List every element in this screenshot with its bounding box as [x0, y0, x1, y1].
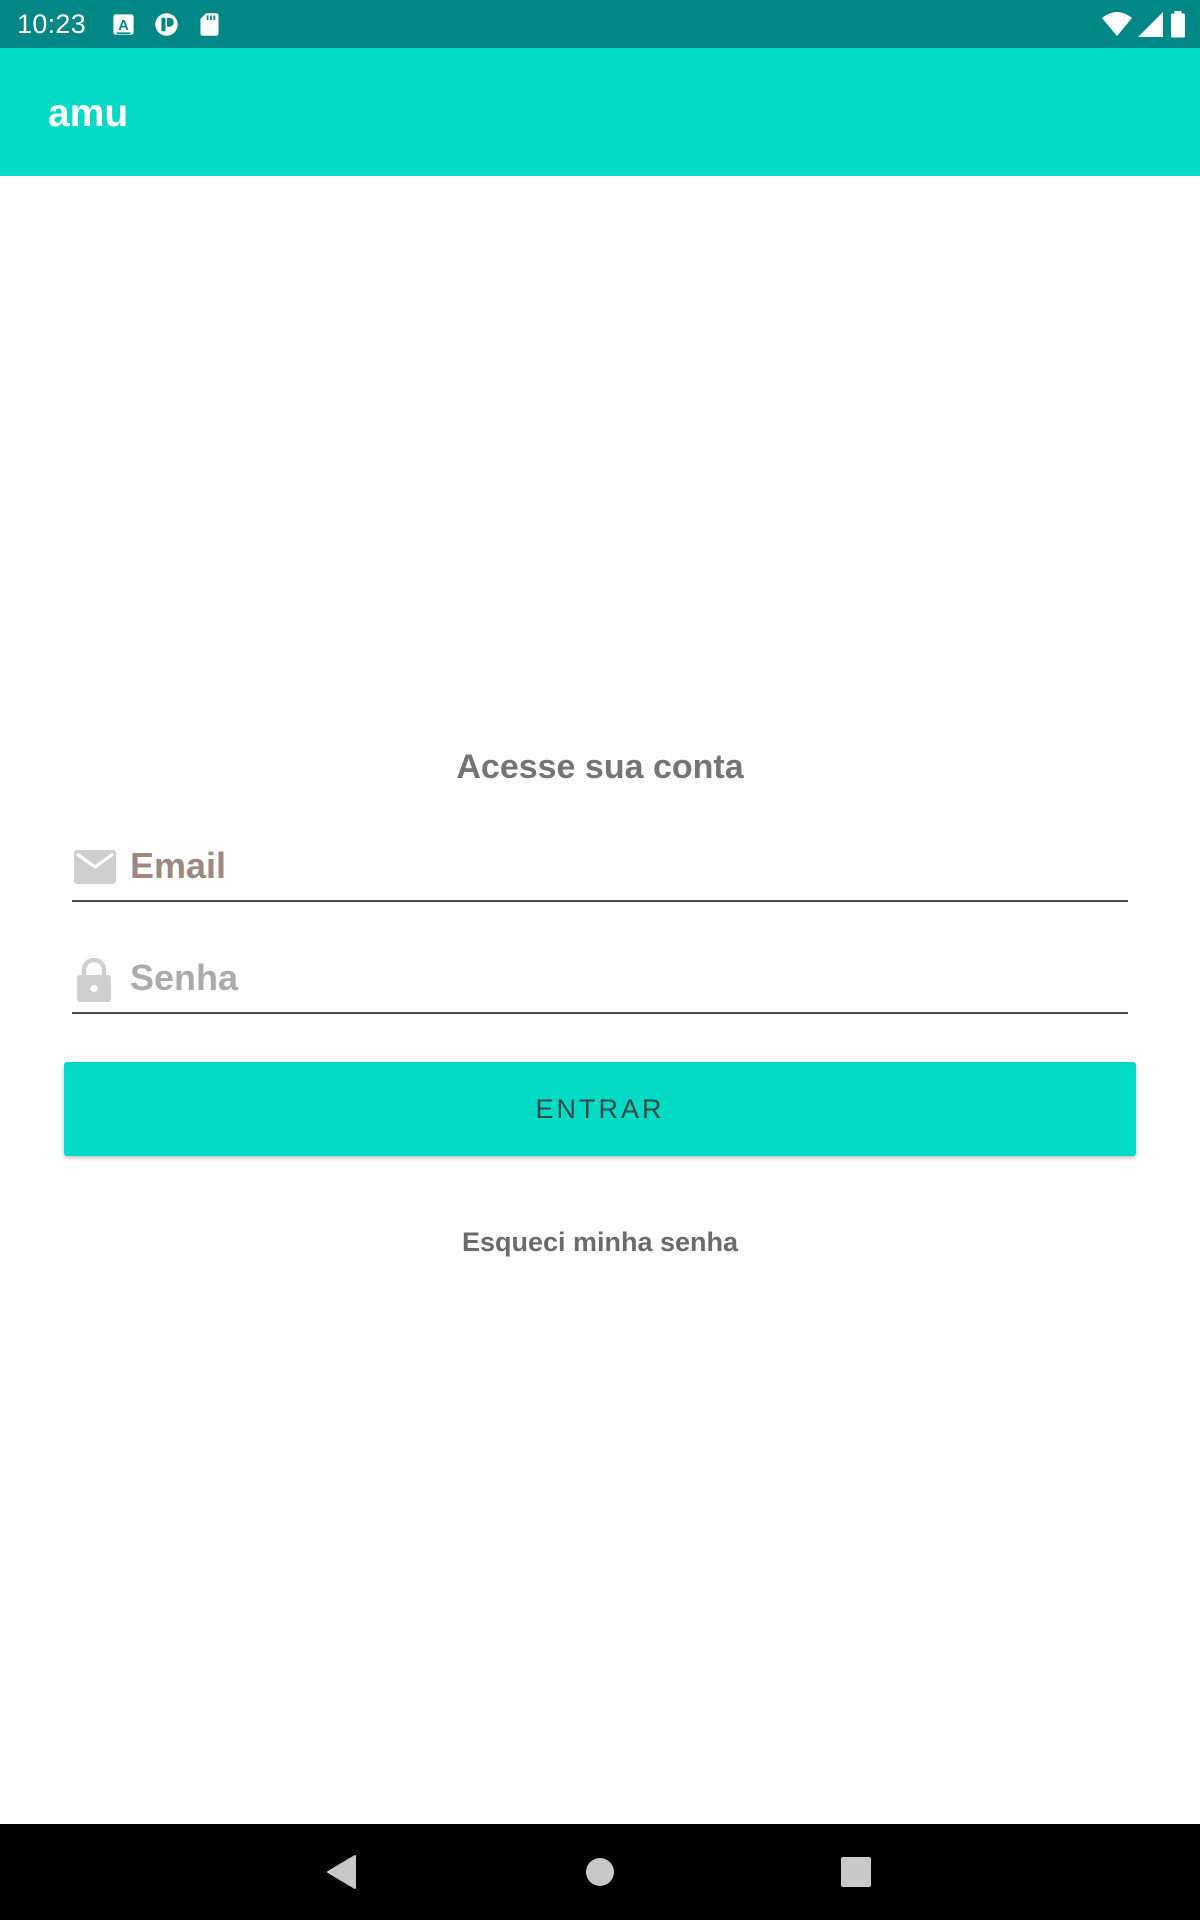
lock-icon: [77, 958, 111, 1002]
nav-recents-button[interactable]: [832, 1848, 880, 1896]
nav-home-button[interactable]: [576, 1848, 624, 1896]
cellular-signal-icon: [1138, 12, 1163, 37]
navigation-bar: [0, 1824, 1200, 1920]
status-time: 10:23: [17, 9, 87, 39]
battery-icon: [1171, 11, 1185, 38]
svg-text:A: A: [118, 18, 129, 34]
home-icon: [586, 1858, 614, 1886]
status-right-icons: [1096, 11, 1186, 38]
app-title: amu: [48, 92, 129, 135]
forgot-password-link[interactable]: Esqueci minha senha: [0, 1224, 1200, 1260]
sd-card-icon: [200, 13, 219, 36]
nav-back-button[interactable]: [318, 1848, 366, 1896]
status-left-icons: A: [110, 11, 239, 38]
keyboard-a-icon: A: [113, 14, 134, 35]
login-button[interactable]: ENTRAR: [64, 1062, 1136, 1156]
email-field[interactable]: [72, 836, 1128, 902]
recents-icon: [841, 1857, 871, 1887]
email-input[interactable]: [130, 838, 1120, 894]
password-input[interactable]: [130, 950, 1120, 1006]
app-bar: amu: [0, 48, 1200, 176]
login-heading: Acesse sua conta: [456, 748, 744, 786]
status-bar: 10:23 A: [0, 0, 1200, 48]
password-field[interactable]: [72, 948, 1128, 1014]
back-icon: [327, 1855, 356, 1889]
wifi-icon: [1102, 12, 1132, 36]
app-notification-icon: [155, 13, 178, 36]
envelope-icon: [74, 850, 116, 884]
